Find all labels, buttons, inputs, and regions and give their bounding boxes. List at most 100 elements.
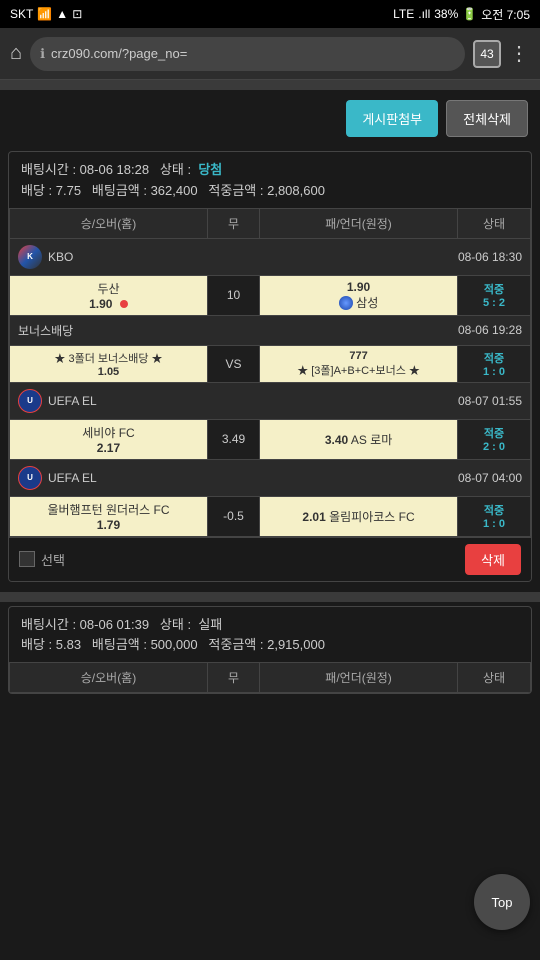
odds-label-2: 배당 : 5.83 <box>21 637 81 652</box>
uefa2-home-cell: 울버햄프턴 원더러스 FC 1.79 <box>10 496 208 536</box>
tab-count[interactable]: 43 <box>473 40 501 68</box>
uefa1-away-odds: 3.40 <box>325 433 348 447</box>
warning-icon: ▲ <box>56 7 68 21</box>
bonus-header-cell: 보너스배당 08-06 19:28 <box>10 315 531 345</box>
home-icon[interactable]: ⌂ <box>10 42 22 65</box>
uefa1-away-cell: 3.40 AS 로마 <box>260 419 458 459</box>
bet-table-1: 승/오버(홈) 무 패/언더(원정) 상태 K KBO 08-06 18:30 <box>9 208 531 537</box>
bonus-home-odds: 1.05 <box>98 366 119 378</box>
signal-icon: 📶 <box>37 7 52 21</box>
uefa2-away-cell: 2.01 올림피아코스 FC <box>260 496 458 536</box>
bonus-header-content: 보너스배당 08-06 19:28 <box>18 322 522 339</box>
delete-button-1[interactable]: 삭제 <box>465 544 521 575</box>
kbo-home-cell: 두산 1.90 <box>10 275 208 315</box>
kbo-icon: K <box>18 245 42 269</box>
bet-amount-label: 배팅금액 : 362,400 <box>92 183 198 198</box>
col-away-2: 패/언더(원정) <box>260 663 458 693</box>
sim-icon: ⊡ <box>72 7 82 21</box>
col-draw-2: 무 <box>207 663 259 693</box>
uefa2-header-cell: U UEFA EL 08-07 04:00 <box>10 459 531 496</box>
kbo-header-content: K KBO 08-06 18:30 <box>18 245 522 269</box>
select-label-text: 선택 <box>41 550 65 569</box>
bet-time-label-2: 배팅시간 : 08-06 01:39 <box>21 617 149 632</box>
uefa2-home-odds: 1.79 <box>97 518 120 532</box>
bonus-header-row: 보너스배당 08-06 19:28 <box>10 315 531 345</box>
status-label-2: 상태 : <box>160 617 191 632</box>
red-dot-icon <box>120 300 128 308</box>
select-checkbox[interactable] <box>19 551 35 567</box>
browser-bar: ⌂ ℹ crz090.com/?page_no= 43 ⋮ <box>0 28 540 80</box>
battery-label: 38% <box>434 7 458 21</box>
top-buttons: 게시판첨부 전체삭제 <box>0 90 540 147</box>
separator-2 <box>0 592 540 602</box>
bet-card-2: 배팅시간 : 08-06 01:39 상태 : 실패 배당 : 5.83 배팅금… <box>8 606 532 695</box>
battery-icon: 🔋 <box>462 7 477 21</box>
kbo-header-cell: K KBO 08-06 18:30 <box>10 238 531 275</box>
info-icon: ℹ <box>40 46 45 62</box>
bet-amounts-row-2: 배당 : 5.83 배팅금액 : 500,000 적중금액 : 2,915,00… <box>21 635 519 656</box>
odds-label: 배당 : 7.75 <box>21 183 81 198</box>
table-header-row: 승/오버(홈) 무 패/언더(원정) 상태 <box>10 208 531 238</box>
bonus-match-row: ★ 3폴더 보너스배당 ★ 1.05 VS 777 ★ [3폴]A+B+C+보너… <box>10 345 531 382</box>
bonus-match-time: 08-06 19:28 <box>458 323 522 337</box>
uefa2-league-name: UEFA EL <box>48 471 97 485</box>
select-checkbox-label[interactable]: 선택 <box>19 550 65 569</box>
url-box[interactable]: ℹ crz090.com/?page_no= <box>30 37 465 71</box>
col-home-2: 승/오버(홈) <box>10 663 208 693</box>
uefa2-match-row: 울버햄프턴 원더러스 FC 1.79 -0.5 2.01 올림피아코스 FC 적… <box>10 496 531 536</box>
signal-bars: .ıll <box>418 7 430 21</box>
bonus-away-cell: 777 ★ [3폴]A+B+C+보너스 ★ <box>260 345 458 382</box>
bet-info-2: 배팅시간 : 08-06 01:39 상태 : 실패 배당 : 5.83 배팅금… <box>9 607 531 663</box>
uefa1-home-cell: 세비야 FC 2.17 <box>10 419 208 459</box>
board-button[interactable]: 게시판첨부 <box>346 100 438 137</box>
menu-icon[interactable]: ⋮ <box>509 41 530 66</box>
delete-all-button[interactable]: 전체삭제 <box>446 100 528 137</box>
kbo-draw-cell: 10 <box>207 275 259 315</box>
uefa2-away-odds: 2.01 <box>302 510 325 524</box>
kbo-home-odds: 1.90 <box>89 297 112 311</box>
uefa1-header-row: U UEFA EL 08-07 01:55 <box>10 382 531 419</box>
col-away: 패/언더(원정) <box>260 208 458 238</box>
card1-bottom: 선택 삭제 <box>9 537 531 581</box>
kbo-match-row: 두산 1.90 10 1.90 삼성 적중5 : 2 <box>10 275 531 315</box>
bet-amount-label-2: 배팅금액 : 500,000 <box>92 637 198 652</box>
kbo-header-row: K KBO 08-06 18:30 <box>10 238 531 275</box>
uefa1-header-cell: U UEFA EL 08-07 01:55 <box>10 382 531 419</box>
url-text: crz090.com/?page_no= <box>51 46 187 61</box>
uefa1-match-time: 08-07 01:55 <box>458 394 522 408</box>
kbo-away-odds: 1.90 <box>347 280 370 294</box>
status-value-2: 실패 <box>198 617 222 632</box>
blue-circle-icon <box>339 296 353 310</box>
kbo-away-cell: 1.90 삼성 <box>260 275 458 315</box>
kbo-match-time: 08-06 18:30 <box>458 250 522 264</box>
top-button[interactable]: Top <box>474 874 530 930</box>
bonus-league-name: 보너스배당 <box>18 322 73 339</box>
main-content: 게시판첨부 전체삭제 배팅시간 : 08-06 18:28 상태 : 당첨 배당… <box>0 90 540 694</box>
uefa1-draw-cell: 3.49 <box>207 419 259 459</box>
time-label: 오전 7:05 <box>481 6 530 23</box>
col-status: 상태 <box>458 208 531 238</box>
bet-info-1: 배팅시간 : 08-06 18:28 상태 : 당첨 배당 : 7.75 배팅금… <box>9 152 531 208</box>
table-header-row-2: 승/오버(홈) 무 패/언더(원정) 상태 <box>10 663 531 693</box>
col-status-2: 상태 <box>458 663 531 693</box>
status-label-1: 상태 : <box>160 162 191 177</box>
status-right: LTE .ıll 38% 🔋 오전 7:05 <box>393 6 530 23</box>
hit-amount-label: 적중금액 : 2,808,600 <box>208 183 325 198</box>
uefa1-league-name: UEFA EL <box>48 394 97 408</box>
uefa2-match-time: 08-07 04:00 <box>458 471 522 485</box>
carrier-label: SKT <box>10 7 33 21</box>
uefa1-header-content: U UEFA EL 08-07 01:55 <box>18 389 522 413</box>
bonus-away-odds: 777 <box>349 350 367 362</box>
bet-time-row: 배팅시간 : 08-06 18:28 상태 : 당첨 <box>21 160 519 181</box>
col-home: 승/오버(홈) <box>10 208 208 238</box>
bet-time-label: 배팅시간 : 08-06 18:28 <box>21 162 149 177</box>
col-draw: 무 <box>207 208 259 238</box>
kbo-result-cell: 적중5 : 2 <box>458 275 531 315</box>
status-left: SKT 📶 ▲ ⊡ <box>10 7 82 21</box>
status-bar: SKT 📶 ▲ ⊡ LTE .ıll 38% 🔋 오전 7:05 <box>0 0 540 28</box>
bet-card-1: 배팅시간 : 08-06 18:28 상태 : 당첨 배당 : 7.75 배팅금… <box>8 151 532 582</box>
bet-amounts-row: 배당 : 7.75 배팅금액 : 362,400 적중금액 : 2,808,60… <box>21 181 519 202</box>
uefa1-result-cell: 적중2 : 0 <box>458 419 531 459</box>
uefa2-icon: U <box>18 466 42 490</box>
uefa2-header-row: U UEFA EL 08-07 04:00 <box>10 459 531 496</box>
